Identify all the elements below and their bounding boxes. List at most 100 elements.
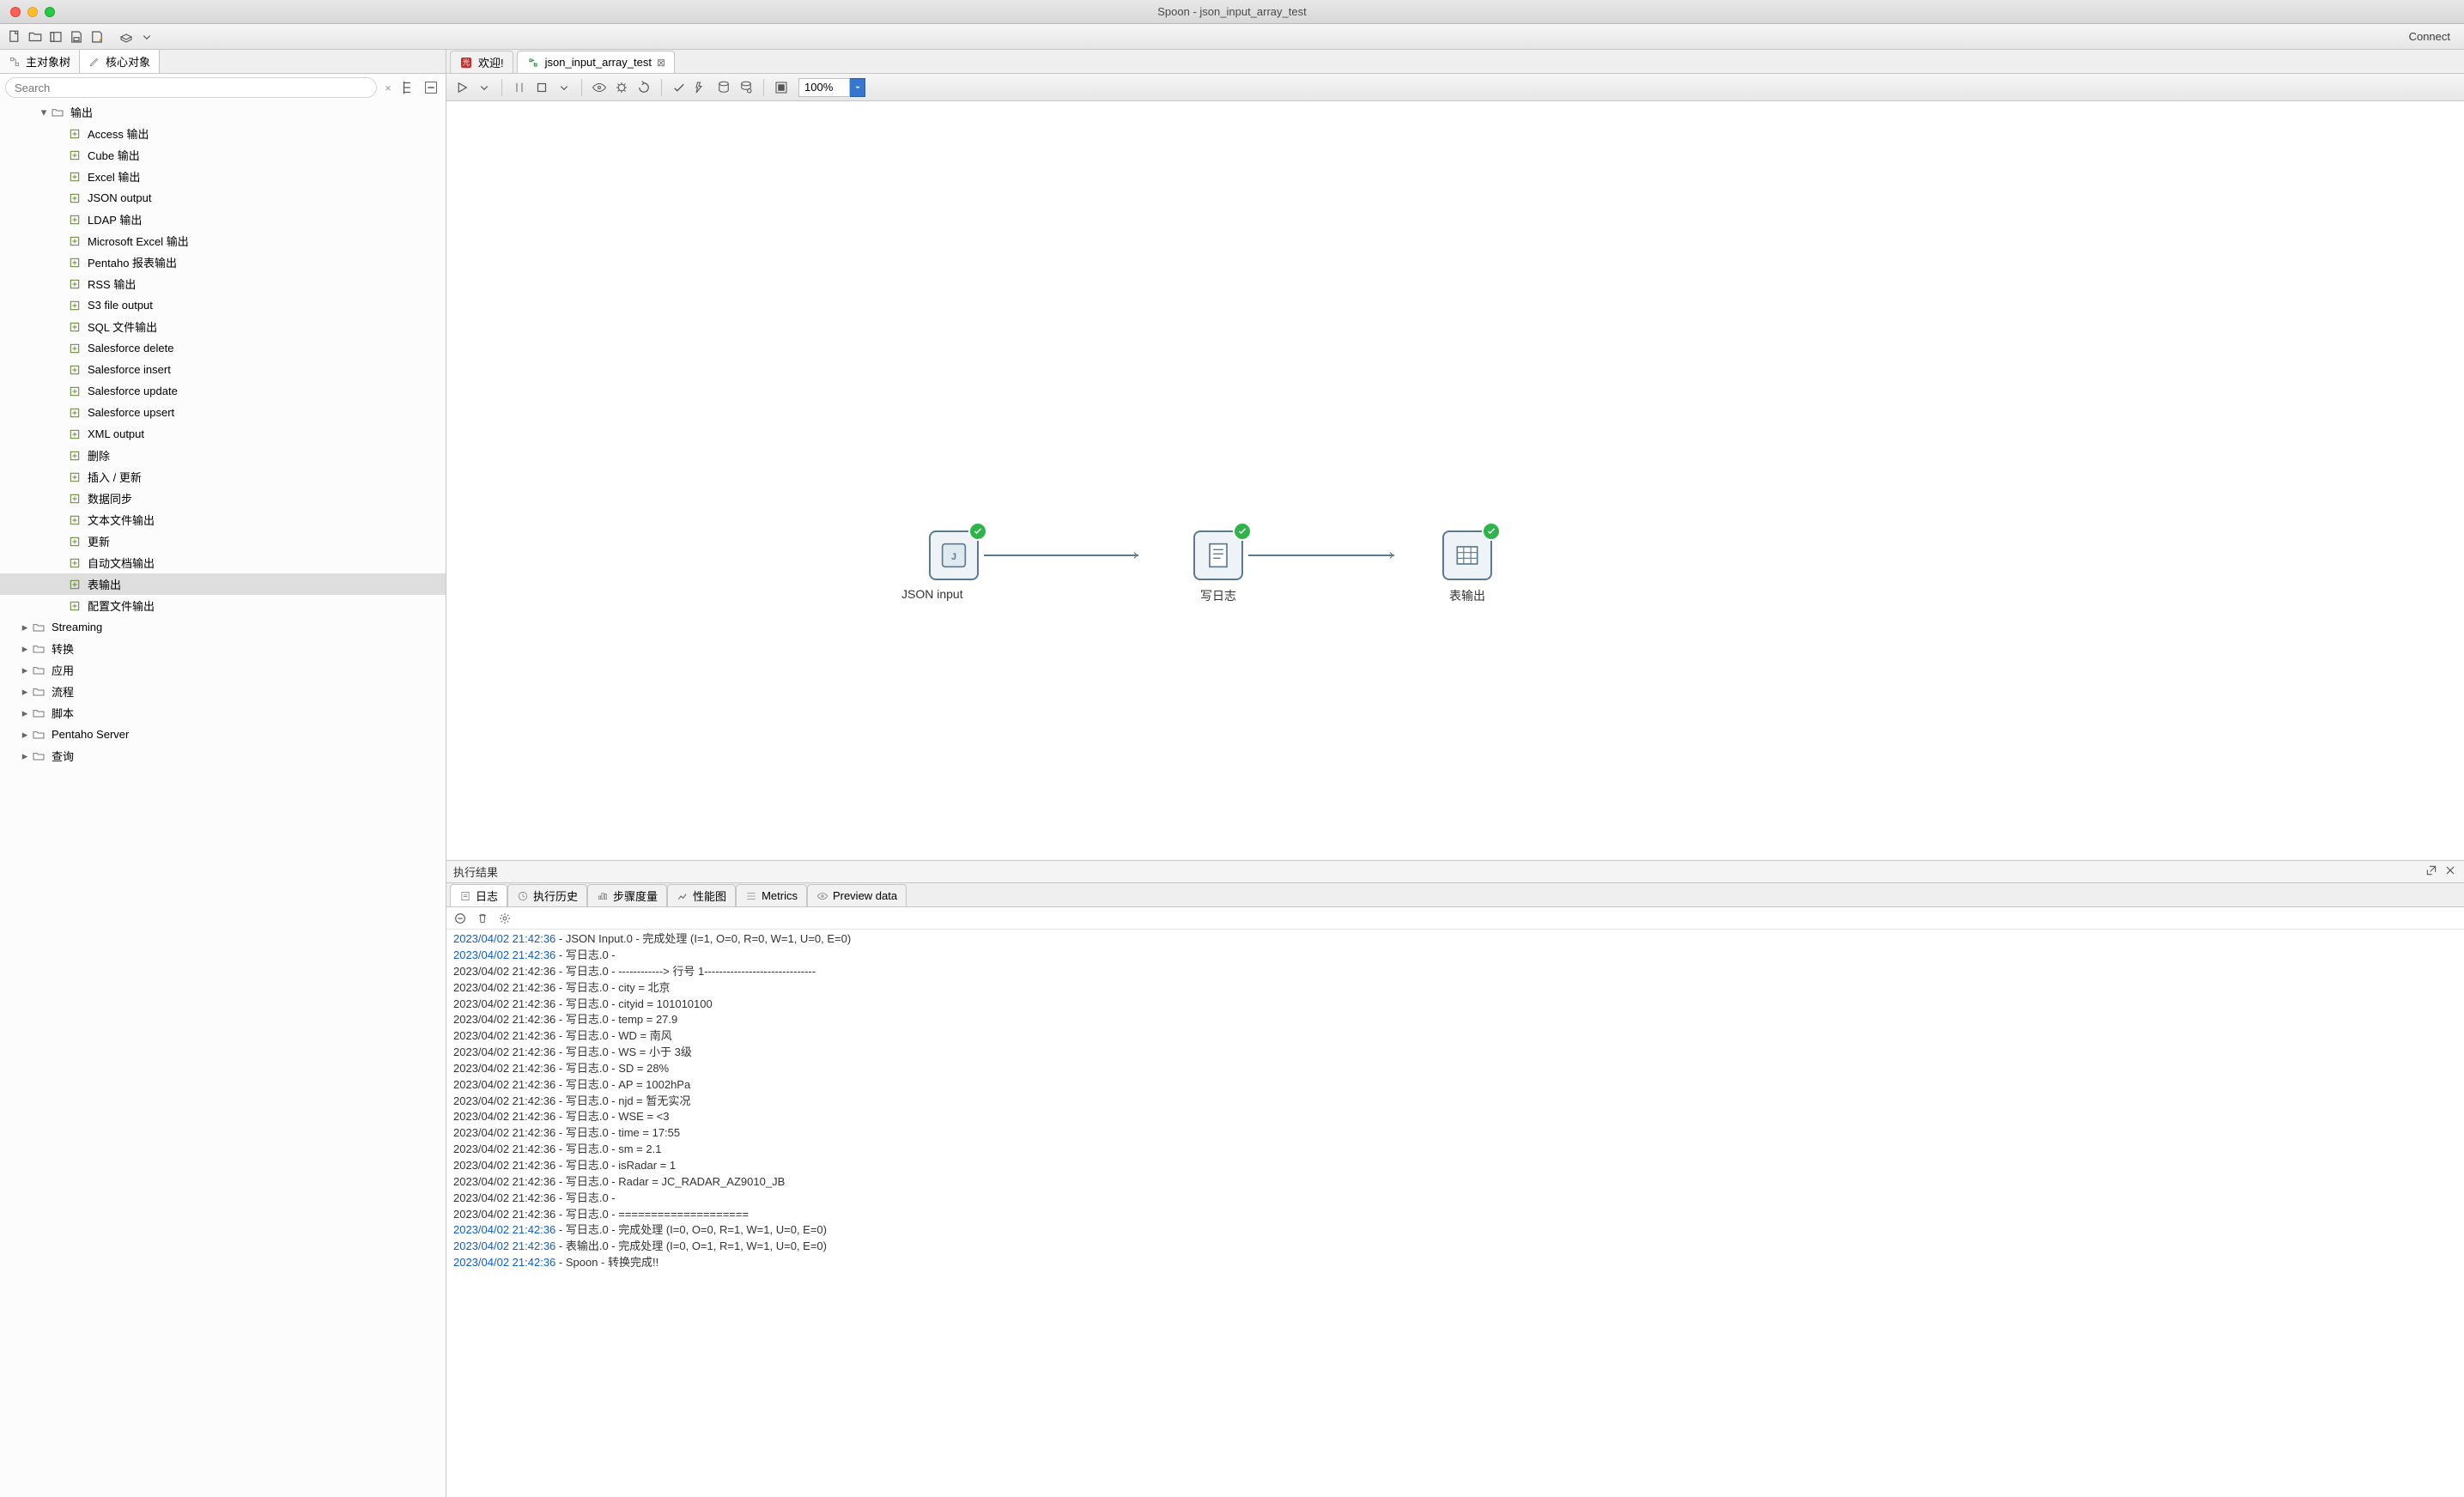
zoom-dropdown-icon[interactable] — [850, 78, 865, 97]
tree-item[interactable]: 删除 — [0, 445, 446, 466]
stop-icon[interactable] — [531, 77, 552, 98]
write-log-icon — [1201, 538, 1235, 573]
tree-item[interactable]: Microsoft Excel 输出 — [0, 230, 446, 252]
stop-dropdown-icon[interactable] — [554, 77, 574, 98]
tree-item[interactable]: Access 输出 — [0, 123, 446, 144]
tree-item-label: 表输出 — [88, 576, 121, 592]
close-panel-icon[interactable] — [2443, 864, 2457, 880]
close-window-button[interactable] — [10, 7, 21, 17]
tree-folder[interactable]: ▸转换 — [0, 638, 446, 659]
tree-folder[interactable]: ▸Streaming — [0, 616, 446, 638]
tree-item[interactable]: Excel 输出 — [0, 166, 446, 187]
save-icon[interactable] — [67, 27, 86, 46]
tree-folder[interactable]: ▸应用 — [0, 659, 446, 681]
replay-icon[interactable] — [634, 77, 654, 98]
sidebar-tab-core-objects[interactable]: 核心对象 — [80, 50, 160, 73]
log-line: 2023/04/02 21:42:36 - 写日志.0 - AP = 1002h… — [453, 1077, 2457, 1094]
step-type-icon — [67, 169, 82, 185]
results-tab-step-metrics[interactable]: 步骤度量 — [587, 884, 667, 906]
minimize-window-button[interactable] — [27, 7, 38, 17]
log-clear-icon[interactable] — [452, 910, 469, 927]
hop-1[interactable] — [984, 555, 1138, 556]
tree-item-label: Microsoft Excel 输出 — [88, 233, 189, 249]
tree-item[interactable]: 更新 — [0, 530, 446, 552]
window-title: Spoon - json_input_array_test — [0, 5, 2464, 18]
results-tab-metrics[interactable]: Metrics — [736, 884, 807, 906]
tree-folder[interactable]: ▸脚本 — [0, 702, 446, 724]
connect-link[interactable]: Connect — [2409, 30, 2450, 43]
clear-search-icon[interactable]: × — [380, 82, 396, 94]
preview-icon[interactable] — [589, 77, 610, 98]
tree-item[interactable]: JSON output — [0, 187, 446, 209]
sidebar-tab-main-tree[interactable]: 主对象树 — [0, 50, 80, 73]
transformation-canvas[interactable]: J JSON input 写日志 表输出 — [446, 101, 2464, 860]
run-icon[interactable] — [452, 77, 472, 98]
tree-folder-output[interactable]: ▾ 输出 — [0, 101, 446, 123]
hop-2[interactable] — [1248, 555, 1394, 556]
maximize-window-button[interactable] — [45, 7, 55, 17]
run-dropdown-icon[interactable] — [474, 77, 495, 98]
sidebar-tree[interactable]: ▾ 输出 Access 输出Cube 输出Excel 输出JSON output… — [0, 101, 446, 1497]
tree-item[interactable]: 自动文档输出 — [0, 552, 446, 573]
doc-tab-welcome[interactable]: 光 欢迎! — [450, 51, 513, 73]
results-tab-preview[interactable]: Preview data — [807, 884, 907, 906]
tree-item[interactable]: RSS 输出 — [0, 273, 446, 294]
tree-item-label: RSS 输出 — [88, 276, 136, 292]
results-tab-performance[interactable]: 性能图 — [667, 884, 736, 906]
log-settings-icon[interactable] — [496, 910, 513, 927]
save-as-icon[interactable] — [88, 27, 106, 46]
tree-item[interactable]: Salesforce upsert — [0, 402, 446, 423]
doc-tab-file[interactable]: json_input_array_test ⊠ — [517, 51, 675, 73]
log-line: 2023/04/02 21:42:36 - 写日志.0 - cityid = 1… — [453, 997, 2457, 1013]
tree-item[interactable]: Salesforce insert — [0, 359, 446, 380]
arrow-icon — [1384, 549, 1396, 564]
step-type-icon — [67, 362, 82, 378]
tree-item-label: Salesforce update — [88, 385, 178, 397]
perspective-dropdown-icon[interactable] — [137, 27, 156, 46]
tree-item[interactable]: Pentaho 报表输出 — [0, 252, 446, 273]
pause-icon[interactable] — [509, 77, 530, 98]
tree-folder[interactable]: ▸查询 — [0, 745, 446, 767]
collapse-tree-icon[interactable] — [422, 78, 440, 97]
tree-item[interactable]: LDAP 输出 — [0, 209, 446, 230]
log-trash-icon[interactable] — [474, 910, 491, 927]
perspective-icon[interactable] — [117, 27, 136, 46]
tree-folder[interactable]: ▸Pentaho Server — [0, 724, 446, 745]
tree-item[interactable]: Cube 输出 — [0, 144, 446, 166]
sql-icon[interactable] — [713, 77, 734, 98]
search-input[interactable] — [5, 77, 377, 98]
detach-panel-icon[interactable] — [2425, 864, 2438, 880]
log-line: 2023/04/02 21:42:36 - 写日志.0 - njd = 暂无实况 — [453, 1094, 2457, 1110]
tree-item[interactable]: 插入 / 更新 — [0, 466, 446, 488]
tree-item[interactable]: 配置文件输出 — [0, 595, 446, 616]
verify-icon[interactable] — [669, 77, 689, 98]
new-file-icon[interactable] — [5, 27, 24, 46]
impact-icon[interactable] — [691, 77, 712, 98]
tree-item[interactable]: 表输出 — [0, 573, 446, 595]
step-write-log[interactable] — [1193, 530, 1243, 580]
tree-item[interactable]: SQL 文件输出 — [0, 316, 446, 337]
log-line: 2023/04/02 21:42:36 - 写日志.0 - isRadar = … — [453, 1158, 2457, 1174]
explore-db-icon[interactable] — [736, 77, 756, 98]
tree-item[interactable]: XML output — [0, 423, 446, 445]
expand-tree-icon[interactable] — [399, 78, 418, 97]
welcome-icon: 光 — [459, 56, 473, 70]
results-tab-log[interactable]: 日志 — [450, 884, 507, 906]
close-tab-icon[interactable]: ⊠ — [657, 57, 665, 69]
zoom-input[interactable] — [798, 78, 850, 97]
open-folder-icon[interactable] — [26, 27, 45, 46]
step-json-input[interactable]: J — [929, 530, 979, 580]
debug-icon[interactable] — [611, 77, 632, 98]
tree-item[interactable]: 文本文件输出 — [0, 509, 446, 530]
explore-icon[interactable] — [46, 27, 65, 46]
step-table-output[interactable] — [1442, 530, 1492, 580]
tree-item[interactable]: Salesforce delete — [0, 337, 446, 359]
tree-item[interactable]: Salesforce update — [0, 380, 446, 402]
tree-item[interactable]: S3 file output — [0, 294, 446, 316]
tree-folder[interactable]: ▸流程 — [0, 681, 446, 702]
log-line: 2023/04/02 21:42:36 - 写日志.0 - — [453, 1191, 2457, 1207]
results-tab-history[interactable]: 执行历史 — [507, 884, 587, 906]
log-output[interactable]: 2023/04/02 21:42:36 - JSON Input.0 - 完成处… — [446, 930, 2464, 1497]
show-results-icon[interactable] — [771, 77, 792, 98]
tree-item[interactable]: 数据同步 — [0, 488, 446, 509]
